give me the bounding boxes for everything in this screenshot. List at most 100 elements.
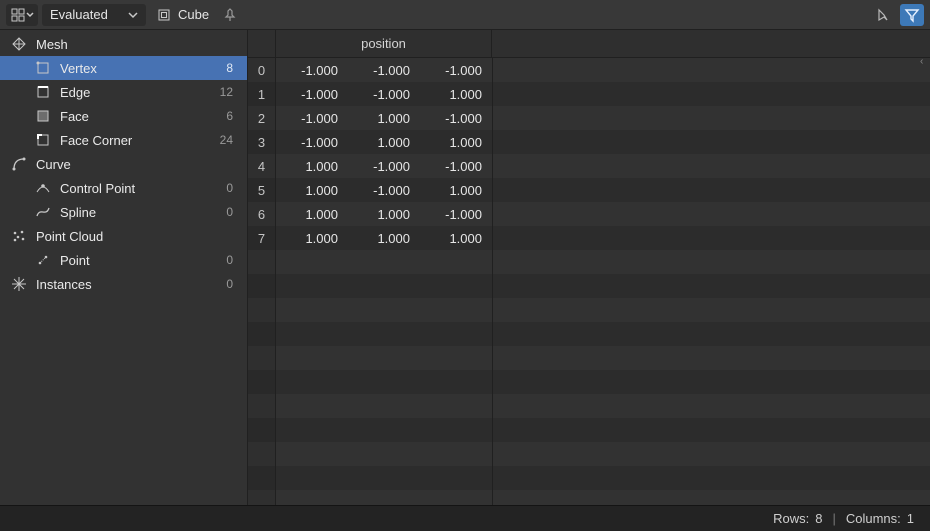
object-icon	[156, 7, 172, 23]
cell-z: 1.000	[420, 183, 492, 198]
item-label: Edge	[60, 85, 220, 100]
cell-y: -1.000	[348, 183, 420, 198]
group-label: Mesh	[36, 37, 233, 52]
item-count: 6	[226, 109, 233, 123]
header-toolbar: Evaluated Cube	[0, 0, 930, 30]
table-row-empty	[248, 346, 930, 370]
domain-sidebar: MeshVertex8Edge12Face6Face Corner24Curve…	[0, 30, 248, 505]
row-index-empty	[248, 418, 276, 442]
domain-group-instances[interactable]: Instances0	[0, 272, 247, 296]
selection-sync-toggle[interactable]	[872, 4, 896, 26]
mesh-icon	[10, 36, 28, 52]
row-index-empty	[248, 274, 276, 298]
cell-y: 1.000	[348, 231, 420, 246]
table-row-empty	[248, 250, 930, 274]
item-count: 0	[226, 205, 233, 219]
cell-z: -1.000	[420, 159, 492, 174]
table-row-empty	[248, 418, 930, 442]
table-row[interactable]: 71.0001.0001.000	[248, 226, 930, 250]
cell-z: 1.000	[420, 231, 492, 246]
rows-label: Rows:	[773, 511, 809, 526]
domain-group-curve[interactable]: Curve	[0, 152, 247, 176]
table-row[interactable]: 41.000-1.000-1.000	[248, 154, 930, 178]
domain-item-control-point[interactable]: Control Point0	[0, 176, 247, 200]
cell-y: 1.000	[348, 111, 420, 126]
cell-y: -1.000	[348, 87, 420, 102]
row-index-empty	[248, 490, 276, 505]
cell-x: 1.000	[276, 159, 348, 174]
table-row[interactable]: 1-1.000-1.0001.000	[248, 82, 930, 106]
curve-icon	[10, 156, 28, 172]
footer-status: Rows: 8 | Columns: 1	[0, 505, 930, 531]
pin-button[interactable]	[219, 4, 241, 26]
separator: |	[832, 511, 835, 526]
row-index-empty	[248, 442, 276, 466]
row-index: 4	[248, 154, 276, 178]
domain-item-face[interactable]: Face6	[0, 104, 247, 128]
cell-z: -1.000	[420, 207, 492, 222]
rows-value: 8	[815, 511, 822, 526]
evaluation-mode-select[interactable]: Evaluated	[42, 4, 146, 26]
domain-item-spline[interactable]: Spline0	[0, 200, 247, 224]
group-label: Point Cloud	[36, 229, 233, 244]
domain-group-point-cloud[interactable]: Point Cloud	[0, 224, 247, 248]
table-row-empty	[248, 466, 930, 490]
object-name: Cube	[178, 7, 209, 22]
group-label: Instances	[36, 277, 226, 292]
filter-toggle[interactable]	[900, 4, 924, 26]
item-label: Vertex	[60, 61, 226, 76]
cell-z: 1.000	[420, 135, 492, 150]
domain-item-edge[interactable]: Edge12	[0, 80, 247, 104]
editor-type-menu[interactable]	[6, 4, 38, 26]
table-row[interactable]: 3-1.0001.0001.000	[248, 130, 930, 154]
domain-item-point[interactable]: Point0	[0, 248, 247, 272]
cell-z: -1.000	[420, 63, 492, 78]
control-point-icon	[34, 180, 52, 196]
item-count: 12	[220, 85, 233, 99]
evaluation-mode-label: Evaluated	[50, 7, 108, 22]
group-label: Curve	[36, 157, 233, 172]
item-count: 24	[220, 133, 233, 147]
spreadsheet-area: position 0-1.000-1.000-1.0001-1.000-1.00…	[248, 30, 930, 505]
table-row-empty	[248, 394, 930, 418]
item-count: 8	[226, 61, 233, 75]
row-index-empty	[248, 250, 276, 274]
face-icon	[34, 108, 52, 124]
row-index-empty	[248, 346, 276, 370]
table-row[interactable]: 2-1.0001.000-1.000	[248, 106, 930, 130]
cell-x: -1.000	[276, 111, 348, 126]
item-label: Spline	[60, 205, 226, 220]
domain-group-mesh[interactable]: Mesh	[0, 32, 247, 56]
cell-x: 1.000	[276, 207, 348, 222]
table-row[interactable]: 51.000-1.0001.000	[248, 178, 930, 202]
item-label: Point	[60, 253, 226, 268]
row-index: 6	[248, 202, 276, 226]
row-index: 0	[248, 58, 276, 82]
column-header-position[interactable]: position	[276, 30, 492, 57]
table-row[interactable]: 61.0001.000-1.000	[248, 202, 930, 226]
sidebar-collapse-tab[interactable]: ‹	[920, 56, 930, 70]
cell-y: -1.000	[348, 63, 420, 78]
domain-item-face-corner[interactable]: Face Corner24	[0, 128, 247, 152]
group-count: 0	[226, 277, 233, 291]
table-body: 0-1.000-1.000-1.0001-1.000-1.0001.0002-1…	[248, 58, 930, 505]
row-index-empty	[248, 466, 276, 490]
row-index-empty	[248, 394, 276, 418]
item-count: 0	[226, 253, 233, 267]
cell-x: -1.000	[276, 63, 348, 78]
table-row[interactable]: 0-1.000-1.000-1.000	[248, 58, 930, 82]
cell-y: 1.000	[348, 207, 420, 222]
domain-item-vertex[interactable]: Vertex8	[0, 56, 247, 80]
item-label: Control Point	[60, 181, 226, 196]
cell-x: -1.000	[276, 87, 348, 102]
table-row-empty	[248, 490, 930, 505]
point-cloud-icon	[10, 228, 28, 244]
spline-icon	[34, 204, 52, 220]
instances-icon	[10, 276, 28, 292]
index-header	[248, 30, 276, 57]
cell-x: -1.000	[276, 135, 348, 150]
row-index: 1	[248, 82, 276, 106]
active-object: Cube	[150, 7, 215, 23]
table-row-empty	[248, 442, 930, 466]
vertex-icon	[34, 60, 52, 76]
